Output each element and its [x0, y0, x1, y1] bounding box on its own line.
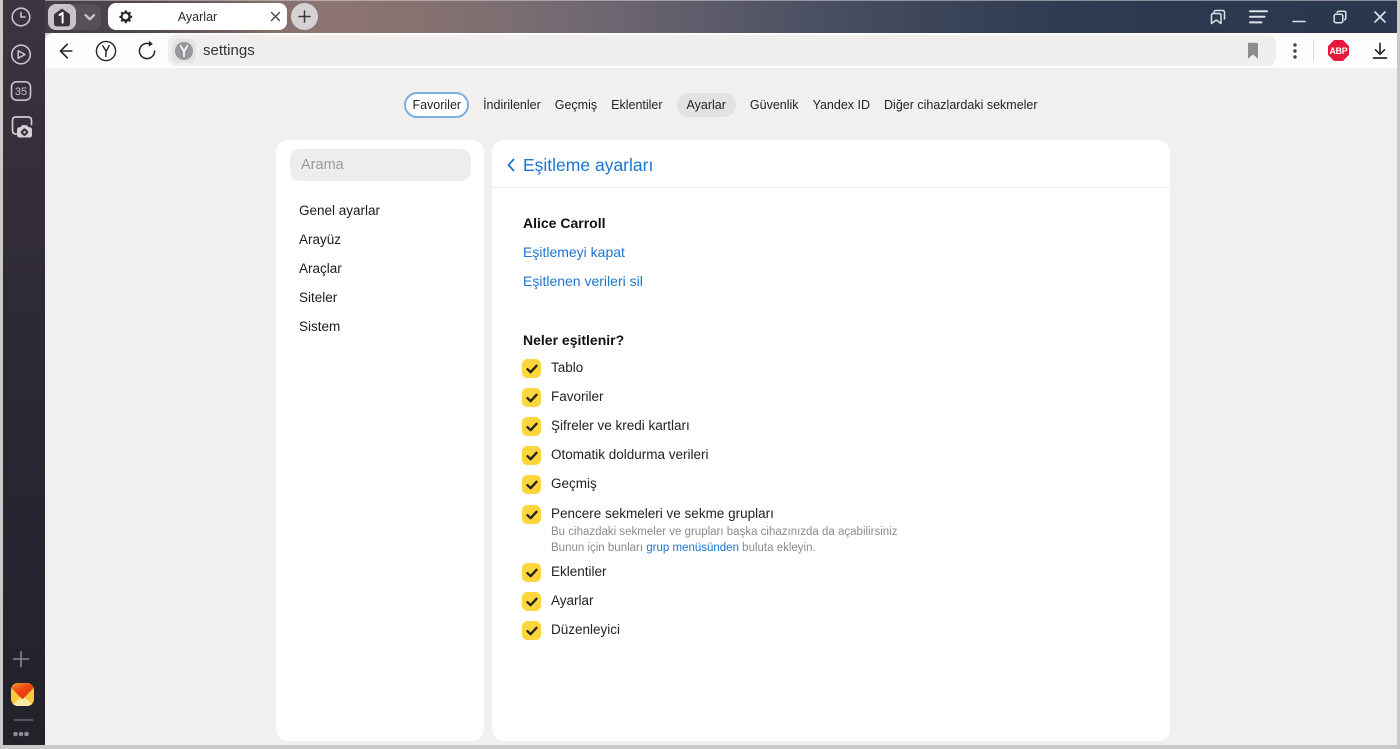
svg-text:35: 35	[15, 86, 27, 98]
svg-text:ABP: ABP	[1330, 46, 1348, 56]
